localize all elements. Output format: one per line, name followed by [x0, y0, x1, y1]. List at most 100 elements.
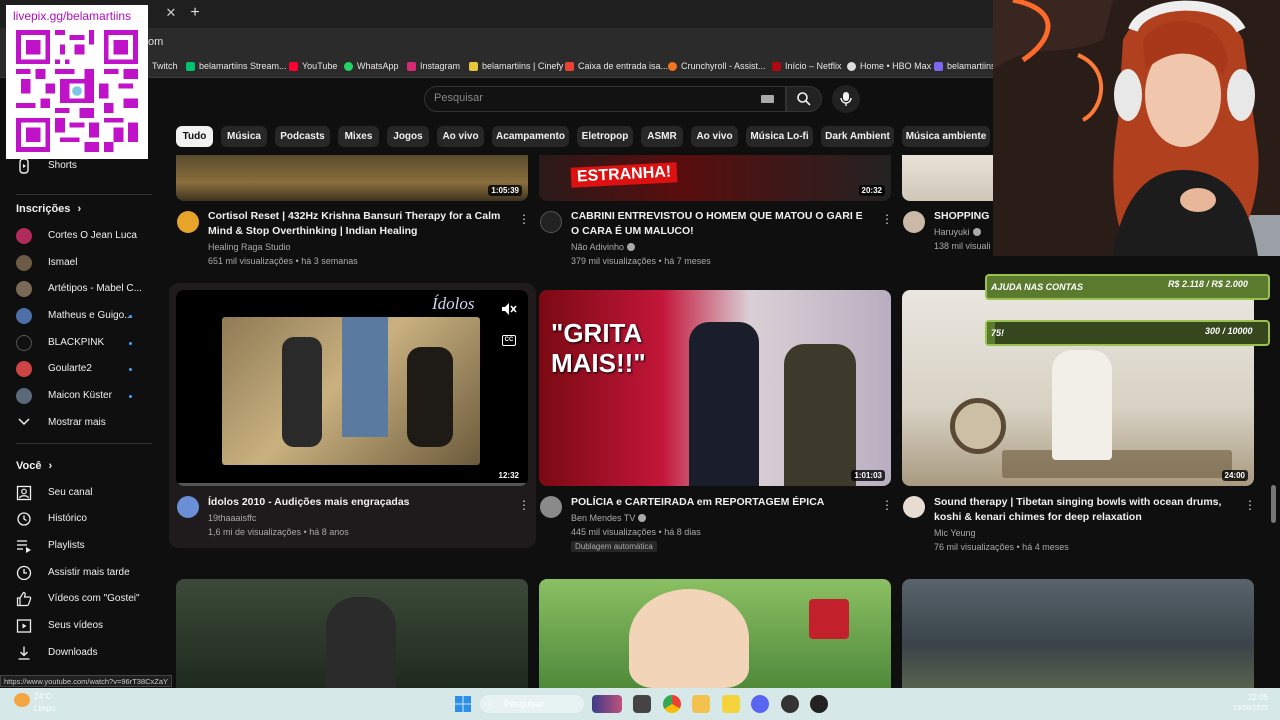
voice-search-button[interactable]	[832, 85, 860, 113]
bookmark-instagram[interactable]: Instagram	[407, 61, 460, 71]
more-options-icon[interactable]: ⋮	[518, 212, 530, 226]
weather-desc[interactable]: Limpo	[34, 704, 56, 713]
sidebar-item-your-channel[interactable]: Seu canal	[48, 487, 92, 498]
tab-close-icon[interactable]: ✕	[162, 4, 180, 22]
video-title[interactable]: POLÍCIA e CARTEIRADA em REPORTAGEM ÉPICA	[571, 495, 871, 510]
video-thumbnail[interactable]	[902, 579, 1254, 688]
sticky-notes-icon[interactable]	[722, 695, 740, 713]
chip-tudo[interactable]: Tudo	[176, 126, 213, 147]
taskbar-search[interactable]: ⌕ Pesquisar	[480, 695, 584, 713]
sidebar-sub-artetipos[interactable]: Artétipos - Mabel C...	[48, 283, 142, 294]
sidebar-item-history[interactable]: Histórico	[48, 513, 87, 524]
more-options-icon[interactable]: ⋮	[881, 212, 893, 226]
weather-icon[interactable]	[14, 693, 30, 707]
more-options-icon[interactable]: ⋮	[1244, 498, 1256, 512]
video-thumbnail[interactable]	[176, 579, 528, 688]
more-options-icon[interactable]: ⋮	[518, 498, 530, 512]
bookmark-twitch[interactable]: Twitch	[152, 61, 178, 71]
sidebar-item-downloads[interactable]: Downloads	[48, 647, 97, 658]
sidebar-sub-matheus-guigo[interactable]: Matheus e Guigo...	[48, 310, 133, 321]
bookmark-youtube[interactable]: YouTube	[289, 61, 337, 71]
sidebar-item-playlists[interactable]: Playlists	[48, 540, 85, 551]
bookmark-netflix[interactable]: Início – Netflix	[772, 61, 842, 71]
bookmark-stream[interactable]: belamartiins Stream...	[186, 61, 287, 71]
bookmark-crunchyroll[interactable]: Crunchyroll - Assist...	[668, 61, 766, 71]
chip-jogos[interactable]: Jogos	[387, 126, 429, 147]
chip-musica[interactable]: Música	[221, 126, 267, 147]
logitech-icon[interactable]	[810, 695, 828, 713]
video-thumbnail[interactable]	[902, 155, 993, 201]
channel-avatar[interactable]	[177, 496, 199, 518]
widget-icon[interactable]	[592, 695, 622, 713]
channel-name[interactable]: Mic Yeung	[934, 528, 976, 538]
discord-icon[interactable]	[751, 695, 769, 713]
sidebar-sub-ismael[interactable]: Ismael	[48, 257, 77, 268]
bookmark-whatsapp[interactable]: WhatsApp	[344, 61, 399, 71]
chrome-icon[interactable]	[663, 695, 681, 713]
channel-name[interactable]: Não Adivinho	[571, 242, 636, 252]
search-button[interactable]	[786, 86, 822, 112]
video-title[interactable]: Cortisol Reset | 432Hz Krishna Bansuri T…	[208, 209, 508, 239]
video-preview-player[interactable]: Ídolos CC 12:32	[176, 290, 528, 486]
video-duration: 12:32	[495, 470, 522, 481]
channel-avatar[interactable]	[177, 211, 199, 233]
chip-podcasts[interactable]: Podcasts	[275, 126, 330, 147]
sidebar-item-shorts[interactable]: Shorts	[48, 160, 77, 171]
sidebar-sub-blackpink[interactable]: BLACKPINK	[48, 337, 104, 348]
video-title[interactable]: CABRINI ENTREVISTOU O HOMEM QUE MATOU O …	[571, 209, 871, 239]
bookmark-hbomax[interactable]: Home • HBO Max	[847, 61, 931, 71]
file-explorer-icon[interactable]	[692, 695, 710, 713]
chip-acampamento[interactable]: Acampamento	[492, 126, 569, 147]
video-title[interactable]: SHOPPING D	[934, 209, 994, 224]
sidebar-sub-maicon-kuster[interactable]: Maicon Küster	[48, 390, 112, 401]
chip-asmr[interactable]: ASMR	[641, 126, 683, 147]
video-thumbnail[interactable]: ESTRANHA! 20:32	[539, 155, 891, 201]
task-view-icon[interactable]	[633, 695, 651, 713]
new-tab-button[interactable]: +	[186, 3, 204, 23]
channel-name[interactable]: Healing Raga Studio	[208, 242, 291, 252]
sidebar-show-more[interactable]: Mostrar mais	[48, 417, 106, 428]
clock-date[interactable]: 13/08/2025	[1210, 705, 1268, 712]
sidebar-sub-goularte2[interactable]: Goularte2	[48, 363, 92, 374]
video-thumbnail[interactable]: 1:05:39	[176, 155, 528, 201]
chip-eletropop[interactable]: Eletropop	[577, 126, 633, 147]
chip-dark-ambient[interactable]: Dark Ambient	[821, 126, 894, 147]
obs-icon[interactable]	[781, 695, 799, 713]
channel-avatar[interactable]	[540, 496, 562, 518]
bookmark-gmail[interactable]: Caixa de entrada isa...	[565, 61, 668, 71]
video-title[interactable]: Sound therapy | Tibetan singing bowls wi…	[934, 495, 1240, 525]
sidebar-sub-cortes-jean-luca[interactable]: Cortes O Jean Luca	[48, 230, 137, 241]
captions-icon[interactable]: CC	[502, 335, 516, 346]
qr-label: livepix.gg/belamartiins	[13, 9, 132, 23]
channel-avatar[interactable]	[903, 496, 925, 518]
video-thumbnail[interactable]: "GRITA MAIS!!" 1:01:03	[539, 290, 891, 486]
bookmark-belamartiins[interactable]: belamartiins	[934, 61, 996, 71]
sidebar-item-liked-videos[interactable]: Vídeos com "Gostei"	[48, 593, 140, 604]
channel-avatar[interactable]	[903, 211, 925, 233]
channel-avatar[interactable]	[540, 211, 562, 233]
whatsapp-icon	[344, 61, 353, 71]
mute-icon[interactable]	[501, 302, 517, 316]
keyboard-icon[interactable]	[761, 95, 774, 103]
preview-progress[interactable]	[176, 483, 528, 486]
channel-name[interactable]: Haruyuki	[934, 227, 981, 237]
chip-musica-lofi[interactable]: Música Lo-fi	[746, 126, 813, 147]
video-thumbnail[interactable]	[539, 579, 891, 688]
chip-ao-vivo[interactable]: Ao vivo	[437, 126, 484, 147]
chip-mixes[interactable]: Mixes	[338, 126, 379, 147]
bookmark-cinefy[interactable]: belamartiins | Cinefy	[469, 61, 563, 71]
sidebar-item-watch-later[interactable]: Assistir mais tarde	[48, 567, 130, 578]
sidebar-item-your-videos[interactable]: Seus vídeos	[48, 620, 103, 631]
sidebar-you-header[interactable]: Você ›	[16, 460, 52, 472]
channel-name[interactable]: 19thaaaisffc	[208, 513, 256, 523]
channel-name[interactable]: Ben Mendes TV	[571, 513, 647, 523]
weather-temp[interactable]: 24°C	[34, 692, 52, 701]
chip-ao-vivo-2[interactable]: Ao vivo	[691, 126, 738, 147]
windows-start-icon[interactable]	[455, 696, 471, 712]
page-scrollbar-thumb[interactable]	[1271, 485, 1276, 523]
more-options-icon[interactable]: ⋮	[881, 498, 893, 512]
clock-time[interactable]: 22:05	[1220, 693, 1268, 702]
sidebar-subscriptions-header[interactable]: Inscrições ›	[16, 203, 81, 215]
video-title[interactable]: Ídolos 2010 - Audições mais engraçadas	[208, 495, 508, 510]
chip-musica-ambiente[interactable]: Música ambiente	[902, 126, 990, 147]
